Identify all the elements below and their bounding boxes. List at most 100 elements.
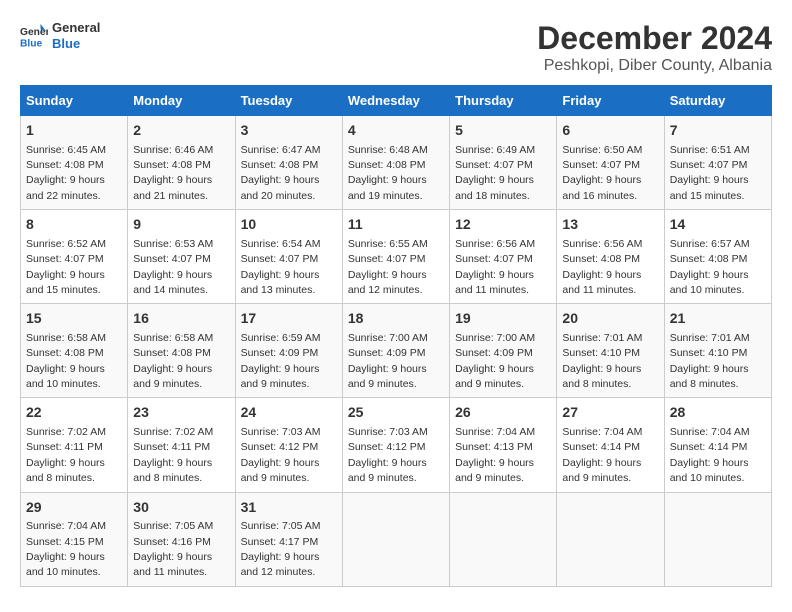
day-info: Sunrise: 7:04 AMSunset: 4:14 PMDaylight:… <box>562 426 642 484</box>
cell-4-7: 28Sunrise: 7:04 AMSunset: 4:14 PMDayligh… <box>664 398 771 492</box>
cell-3-2: 16Sunrise: 6:58 AMSunset: 4:08 PMDayligh… <box>128 304 235 398</box>
logo-blue: Blue <box>52 36 100 52</box>
page-header: General Blue General Blue December 2024 … <box>20 20 772 75</box>
day-number: 26 <box>455 403 551 423</box>
cell-2-4: 11 Sunrise: 6:55 AMSunset: 4:07 PMDayligh… <box>342 210 449 304</box>
week-row-3: 15 Sunrise: 6:58 AMSunset: 4:08 PMDayligh… <box>21 304 772 398</box>
cell-1-7: 7 Sunrise: 6:51 AMSunset: 4:07 PMDaylight… <box>664 116 771 210</box>
col-header-tuesday: Tuesday <box>235 86 342 116</box>
day-info: Sunrise: 6:51 AMSunset: 4:07 PMDaylight:… <box>670 144 750 202</box>
cell-3-6: 20 Sunrise: 7:01 AMSunset: 4:10 PMDayligh… <box>557 304 664 398</box>
day-number: 20 <box>562 309 658 329</box>
cell-4-4: 25Sunrise: 7:03 AMSunset: 4:12 PMDayligh… <box>342 398 449 492</box>
day-number: 15 <box>26 309 122 329</box>
day-number: 3 <box>241 121 337 141</box>
day-number: 10 <box>241 215 337 235</box>
day-number: 5 <box>455 121 551 141</box>
cell-4-1: 22Sunrise: 7:02 AMSunset: 4:11 PMDayligh… <box>21 398 128 492</box>
day-number: 30 <box>133 498 229 518</box>
day-info: Sunrise: 6:46 AMSunset: 4:08 PMDaylight:… <box>133 144 213 202</box>
week-row-5: 29Sunrise: 7:04 AMSunset: 4:15 PMDayligh… <box>21 492 772 586</box>
cell-1-3: 3Sunrise: 6:47 AMSunset: 4:08 PMDaylight… <box>235 116 342 210</box>
day-number: 13 <box>562 215 658 235</box>
subtitle: Peshkopi, Diber County, Albania <box>537 57 772 75</box>
day-info: Sunrise: 6:55 AMSunset: 4:07 PMDaylight:… <box>348 238 428 296</box>
day-number: 21 <box>670 309 766 329</box>
day-info: Sunrise: 6:56 AMSunset: 4:08 PMDaylight:… <box>562 238 642 296</box>
day-info: Sunrise: 7:00 AMSunset: 4:09 PMDaylight:… <box>455 332 535 390</box>
col-header-monday: Monday <box>128 86 235 116</box>
cell-1-2: 2Sunrise: 6:46 AMSunset: 4:08 PMDaylight… <box>128 116 235 210</box>
cell-3-3: 17 Sunrise: 6:59 AMSunset: 4:09 PMDayligh… <box>235 304 342 398</box>
cell-1-1: 1 Sunrise: 6:45 AMSunset: 4:08 PMDaylight… <box>21 116 128 210</box>
day-info: Sunrise: 6:52 AMSunset: 4:07 PMDaylight:… <box>26 238 106 296</box>
col-header-sunday: Sunday <box>21 86 128 116</box>
title-block: December 2024 Peshkopi, Diber County, Al… <box>537 20 772 75</box>
day-number: 31 <box>241 498 337 518</box>
header-row: SundayMondayTuesdayWednesdayThursdayFrid… <box>21 86 772 116</box>
day-info: Sunrise: 6:48 AMSunset: 4:08 PMDaylight:… <box>348 144 428 202</box>
day-number: 27 <box>562 403 658 423</box>
day-number: 12 <box>455 215 551 235</box>
day-number: 7 <box>670 121 766 141</box>
day-number: 4 <box>348 121 444 141</box>
cell-4-6: 27 Sunrise: 7:04 AMSunset: 4:14 PMDayligh… <box>557 398 664 492</box>
day-number: 8 <box>26 215 122 235</box>
day-number: 14 <box>670 215 766 235</box>
day-info: Sunrise: 7:04 AMSunset: 4:14 PMDaylight:… <box>670 426 750 484</box>
cell-5-6 <box>557 492 664 586</box>
day-info: Sunrise: 7:01 AMSunset: 4:10 PMDaylight:… <box>562 332 642 390</box>
day-info: Sunrise: 6:53 AMSunset: 4:07 PMDaylight:… <box>133 238 213 296</box>
cell-5-1: 29Sunrise: 7:04 AMSunset: 4:15 PMDayligh… <box>21 492 128 586</box>
logo-general: General <box>52 20 100 36</box>
cell-3-7: 21 Sunrise: 7:01 AMSunset: 4:10 PMDayligh… <box>664 304 771 398</box>
day-info: Sunrise: 6:57 AMSunset: 4:08 PMDaylight:… <box>670 238 750 296</box>
day-number: 24 <box>241 403 337 423</box>
cell-1-5: 5 Sunrise: 6:49 AMSunset: 4:07 PMDaylight… <box>450 116 557 210</box>
main-title: December 2024 <box>537 20 772 57</box>
cell-4-3: 24Sunrise: 7:03 AMSunset: 4:12 PMDayligh… <box>235 398 342 492</box>
day-info: Sunrise: 6:49 AMSunset: 4:07 PMDaylight:… <box>455 144 535 202</box>
day-info: Sunrise: 6:45 AMSunset: 4:08 PMDaylight:… <box>26 144 106 202</box>
day-info: Sunrise: 7:02 AMSunset: 4:11 PMDaylight:… <box>133 426 213 484</box>
week-row-4: 22Sunrise: 7:02 AMSunset: 4:11 PMDayligh… <box>21 398 772 492</box>
cell-4-5: 26 Sunrise: 7:04 AMSunset: 4:13 PMDayligh… <box>450 398 557 492</box>
day-info: Sunrise: 7:01 AMSunset: 4:10 PMDaylight:… <box>670 332 750 390</box>
day-info: Sunrise: 7:05 AMSunset: 4:16 PMDaylight:… <box>133 520 213 578</box>
day-number: 6 <box>562 121 658 141</box>
day-info: Sunrise: 6:54 AMSunset: 4:07 PMDaylight:… <box>241 238 321 296</box>
day-info: Sunrise: 6:59 AMSunset: 4:09 PMDaylight:… <box>241 332 321 390</box>
day-info: Sunrise: 6:50 AMSunset: 4:07 PMDaylight:… <box>562 144 642 202</box>
col-header-thursday: Thursday <box>450 86 557 116</box>
cell-1-4: 4 Sunrise: 6:48 AMSunset: 4:08 PMDaylight… <box>342 116 449 210</box>
day-number: 18 <box>348 309 444 329</box>
day-info: Sunrise: 6:58 AMSunset: 4:08 PMDaylight:… <box>26 332 106 390</box>
week-row-2: 8 Sunrise: 6:52 AMSunset: 4:07 PMDaylight… <box>21 210 772 304</box>
day-info: Sunrise: 7:04 AMSunset: 4:15 PMDaylight:… <box>26 520 106 578</box>
cell-5-7 <box>664 492 771 586</box>
cell-2-5: 12 Sunrise: 6:56 AMSunset: 4:07 PMDayligh… <box>450 210 557 304</box>
logo: General Blue General Blue <box>20 20 100 51</box>
col-header-wednesday: Wednesday <box>342 86 449 116</box>
day-number: 9 <box>133 215 229 235</box>
day-info: Sunrise: 7:04 AMSunset: 4:13 PMDaylight:… <box>455 426 535 484</box>
day-info: Sunrise: 6:58 AMSunset: 4:08 PMDaylight:… <box>133 332 213 390</box>
cell-5-5 <box>450 492 557 586</box>
logo-icon: General Blue <box>20 22 48 50</box>
day-info: Sunrise: 7:03 AMSunset: 4:12 PMDaylight:… <box>348 426 428 484</box>
col-header-saturday: Saturday <box>664 86 771 116</box>
cell-3-5: 19 Sunrise: 7:00 AMSunset: 4:09 PMDayligh… <box>450 304 557 398</box>
day-number: 11 <box>348 215 444 235</box>
day-number: 29 <box>26 498 122 518</box>
day-info: Sunrise: 7:00 AMSunset: 4:09 PMDaylight:… <box>348 332 428 390</box>
day-number: 19 <box>455 309 551 329</box>
day-number: 1 <box>26 121 122 141</box>
day-info: Sunrise: 7:02 AMSunset: 4:11 PMDaylight:… <box>26 426 106 484</box>
cell-3-4: 18 Sunrise: 7:00 AMSunset: 4:09 PMDayligh… <box>342 304 449 398</box>
day-info: Sunrise: 6:56 AMSunset: 4:07 PMDaylight:… <box>455 238 535 296</box>
cell-2-1: 8 Sunrise: 6:52 AMSunset: 4:07 PMDaylight… <box>21 210 128 304</box>
cell-1-6: 6 Sunrise: 6:50 AMSunset: 4:07 PMDaylight… <box>557 116 664 210</box>
cell-2-7: 14 Sunrise: 6:57 AMSunset: 4:08 PMDayligh… <box>664 210 771 304</box>
day-number: 17 <box>241 309 337 329</box>
col-header-friday: Friday <box>557 86 664 116</box>
